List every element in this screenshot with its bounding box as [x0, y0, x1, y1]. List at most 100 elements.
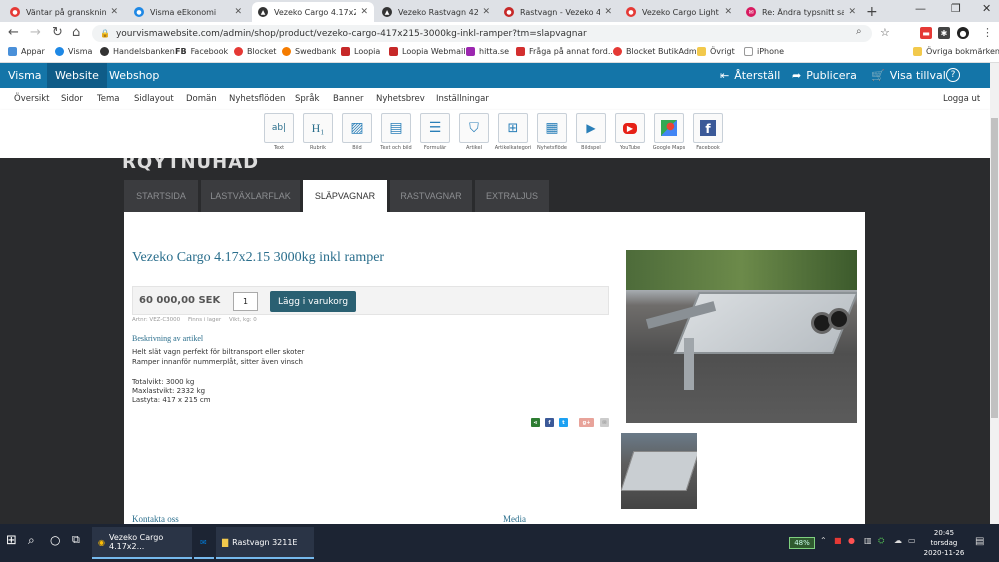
site-tab-start[interactable]: STARTSIDA [124, 180, 198, 212]
tray-icon[interactable]: ▥ [864, 536, 872, 545]
search-icon[interactable]: ⌕ [28, 533, 35, 548]
zoom-icon[interactable]: ⌕ [856, 26, 862, 37]
profile-avatar[interactable]: ● [957, 27, 969, 39]
logout-link[interactable]: Logga ut [943, 94, 980, 104]
widget-text-image[interactable]: ▤ Text och bild [380, 113, 412, 151]
taskbar-outlook[interactable]: ✉ [194, 527, 214, 559]
page-scrollbar[interactable] [990, 63, 999, 524]
nav-visma[interactable]: Visma [0, 63, 50, 88]
browser-tab-active[interactable]: ▲ Vezeko Cargo 4.17x2.15✕ [252, 2, 374, 22]
help-button[interactable]: ? [946, 68, 960, 82]
tab-close-icon[interactable]: ✕ [110, 7, 118, 17]
site-tab-slapvagnar[interactable]: SLÄPVAGNAR [303, 180, 387, 212]
minimize-icon[interactable]: — [915, 2, 926, 15]
battery-indicator[interactable]: 48% [789, 537, 815, 549]
bookmark-item[interactable]: Swedbank [282, 47, 336, 56]
tray-icon[interactable]: ⛭ [878, 536, 884, 546]
bookmark-item[interactable]: hitta.se [466, 47, 509, 56]
twitter-share-icon[interactable]: t [559, 418, 568, 427]
bookmark-folder[interactable]: Övrigt [697, 47, 735, 56]
notifications-icon[interactable]: ▤ [975, 536, 984, 547]
tray-icon[interactable]: ⌃ [820, 536, 827, 545]
taskbar-clock[interactable]: 20:45 torsdag 2020-11-26 [922, 528, 966, 558]
bookmark-item[interactable]: FB Facebook [175, 47, 228, 56]
site-tab-lastvaxlarflak[interactable]: LASTVÄXLARFLAK [201, 180, 300, 212]
browser-tab[interactable]: ▲ Vezeko Rastvagn 4211E✕ [376, 2, 496, 22]
tab-close-icon[interactable]: ✕ [482, 7, 490, 17]
bookmark-item[interactable]: Loopia [341, 47, 380, 56]
network-icon[interactable]: ▭ [908, 536, 916, 545]
menu-dots-icon[interactable]: ⋮ [982, 26, 993, 39]
task-view-icon[interactable]: ⧉ [72, 533, 80, 547]
widget-newsfeed[interactable]: ▦ Nyhetsflöde [537, 113, 567, 151]
maximize-icon[interactable]: ❐ [951, 2, 961, 15]
extension-icon[interactable]: ▬ [920, 27, 932, 39]
tray-red-icon[interactable]: ■ [834, 536, 842, 545]
star-icon[interactable]: ☆ [880, 26, 890, 39]
widget-form[interactable]: ☰ Formulär [420, 113, 450, 151]
product-thumbnail-image[interactable] [621, 433, 697, 509]
site-tab-rastvagnar[interactable]: RASTVAGNAR [390, 180, 472, 212]
quantity-input[interactable]: 1 [233, 292, 258, 311]
facebook-share-icon[interactable]: f [545, 418, 554, 427]
browser-tab[interactable]: ● Rastvagn - Vezeko 4211✕ [498, 2, 618, 22]
view-options-button[interactable]: 🛒 Visa tillval [871, 63, 946, 88]
submenu-overview[interactable]: Översikt [14, 94, 50, 104]
nav-website[interactable]: Website [47, 63, 107, 88]
add-to-cart-button[interactable]: Lägg i varukorg [270, 291, 356, 312]
bookmark-item[interactable]: Loopia Webmail [389, 47, 465, 56]
share-icon[interactable]: ⋖ [531, 418, 540, 427]
widget-article[interactable]: ⛉ Artikel [459, 113, 489, 151]
site-tab-extraljus[interactable]: EXTRALJUS [475, 180, 549, 212]
bookmark-folder-other[interactable]: Övriga bokmärken [913, 47, 999, 56]
widget-google-maps[interactable]: ● Google Maps [653, 113, 685, 151]
product-main-image[interactable] [626, 250, 857, 423]
tray-icon[interactable]: ● [848, 536, 855, 545]
widget-article-category[interactable]: ⊞ Artikelkategori [495, 113, 531, 151]
bookmark-apps[interactable]: Appar [8, 47, 45, 56]
submenu-domain[interactable]: Domän [186, 94, 217, 104]
submenu-language[interactable]: Språk [295, 94, 319, 104]
tab-close-icon[interactable]: ✕ [848, 7, 856, 17]
bookmark-item[interactable]: Visma [55, 47, 92, 56]
submenu-banner[interactable]: Banner [333, 94, 364, 104]
browser-tab[interactable]: ● Vezeko Cargo Light D 20 ✕ [620, 2, 738, 22]
reset-button[interactable]: ⇤ Återställ [720, 63, 780, 88]
widget-heading[interactable]: H₁ Rubrik [303, 113, 333, 151]
home-icon[interactable]: ⌂ [72, 25, 80, 40]
nav-webshop[interactable]: Webshop [101, 63, 167, 88]
forward-icon[interactable]: → [30, 25, 41, 40]
submenu-theme[interactable]: Tema [97, 94, 119, 104]
widget-youtube[interactable]: ▶ YouTube [615, 113, 645, 151]
tab-close-icon[interactable]: ✕ [604, 7, 612, 17]
tab-close-icon[interactable]: ✕ [234, 7, 242, 17]
widget-facebook[interactable]: f Facebook [693, 113, 723, 151]
bookmark-item[interactable]: Fråga på annat ford... [516, 47, 615, 56]
taskbar-explorer[interactable]: ▇ Rastvagn 3211E [216, 527, 314, 559]
widget-slideshow[interactable]: ▶ Bildspel [576, 113, 606, 151]
tab-close-icon[interactable]: ✕ [724, 7, 732, 17]
googleplus-share-icon[interactable]: g+ [579, 418, 594, 427]
browser-tab[interactable]: ✉ Re: Ändra typsnitt samt✕ [740, 2, 862, 22]
cloud-icon[interactable]: ☁ [894, 536, 902, 545]
windows-start-icon[interactable]: ⊞ [6, 533, 17, 548]
url-field[interactable]: 🔒 yourvismawebsite.com/admin/shop/product… [92, 25, 872, 42]
widget-text[interactable]: ab| Text [264, 113, 294, 151]
publish-button[interactable]: ➦ Publicera [792, 63, 857, 88]
bookmark-item[interactable]: Handelsbanken [100, 47, 175, 56]
back-icon[interactable]: ← [8, 25, 19, 40]
tab-close-icon[interactable]: ✕ [360, 7, 368, 17]
submenu-settings[interactable]: Inställningar [436, 94, 489, 104]
submenu-newsletter[interactable]: Nyhetsbrev [376, 94, 425, 104]
bookmark-item[interactable]: Blocket [234, 47, 276, 56]
browser-tab[interactable]: ● Väntar på granskning ✕ [4, 2, 124, 22]
email-share-icon[interactable]: ✉ [600, 418, 609, 427]
browser-tab[interactable]: ● Visma eEkonomi ✕ [128, 2, 248, 22]
submenu-newsfeeds[interactable]: Nyhetsflöden [229, 94, 285, 104]
bookmark-item[interactable]: iPhone [744, 47, 784, 56]
cortana-icon[interactable]: ○ [50, 533, 60, 547]
submenu-layout[interactable]: Sidlayout [134, 94, 174, 104]
bookmark-item[interactable]: Blocket ButikAdm [613, 47, 697, 56]
submenu-pages[interactable]: Sidor [61, 94, 83, 104]
extensions-puzzle-icon[interactable]: ✱ [938, 27, 950, 39]
